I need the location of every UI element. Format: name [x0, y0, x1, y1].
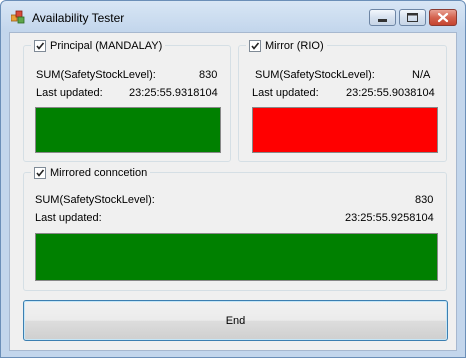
mirrored-checkbox[interactable]: [34, 167, 46, 179]
mirrored-sum-label: SUM(SafetyStockLevel):: [35, 194, 155, 206]
mirrored-label: Mirrored conncetion: [50, 167, 148, 179]
mirror-sum-label: SUM(SafetyStockLevel):: [255, 69, 375, 81]
principal-label: Principal (MANDALAY): [50, 40, 163, 52]
checkmark-icon: [251, 42, 260, 50]
checkmark-icon: [36, 42, 45, 50]
mirror-group: Mirror (RIO) SUM(SafetyStockLevel): N/A …: [238, 39, 447, 162]
mirrored-header: Mirrored conncetion: [31, 166, 151, 180]
main-window: Availability Tester Principal (MANDALAY)…: [0, 0, 466, 358]
close-button[interactable]: [429, 9, 457, 26]
maximize-button[interactable]: [399, 9, 426, 26]
end-button[interactable]: End: [23, 300, 448, 341]
mirror-updated-label: Last updated:: [252, 87, 319, 99]
principal-sum-value: 830: [199, 69, 218, 81]
principal-updated-value: 23:25:55.9318104: [129, 87, 218, 99]
mirrored-updated-value: 23:25:55.9258104: [345, 212, 434, 224]
principal-status-indicator: [35, 107, 221, 153]
app-icon: [10, 10, 25, 24]
principal-header: Principal (MANDALAY): [31, 39, 166, 53]
principal-group: Principal (MANDALAY) SUM(SafetyStockLeve…: [23, 39, 231, 162]
close-icon: [437, 12, 449, 23]
principal-sum-label: SUM(SafetyStockLevel):: [36, 69, 156, 81]
principal-checkbox[interactable]: [34, 40, 46, 52]
mirrored-sum-value: 830: [415, 194, 434, 206]
mirror-sum-value: N/A: [412, 69, 431, 81]
mirror-header: Mirror (RIO): [246, 39, 327, 53]
mirror-status-indicator: [252, 107, 438, 153]
client-area: Principal (MANDALAY) SUM(SafetyStockLeve…: [9, 32, 457, 351]
end-button-label: End: [225, 314, 246, 327]
mirrored-status-indicator: [35, 233, 438, 281]
mirror-updated-value: 23:25:55.9038104: [346, 87, 435, 99]
window-title: Availability Tester: [32, 11, 125, 25]
principal-updated-label: Last updated:: [36, 87, 103, 99]
mirrored-connection-group: Mirrored conncetion SUM(SafetyStockLevel…: [23, 166, 447, 291]
mirrored-updated-label: Last updated:: [35, 212, 102, 224]
mirror-label: Mirror (RIO): [265, 40, 324, 52]
minimize-button[interactable]: [369, 9, 396, 26]
minimize-icon: [378, 19, 387, 22]
maximize-icon: [407, 13, 418, 22]
mirror-checkbox[interactable]: [249, 40, 261, 52]
checkmark-icon: [36, 169, 45, 177]
title-bar[interactable]: Availability Tester: [1, 1, 465, 31]
